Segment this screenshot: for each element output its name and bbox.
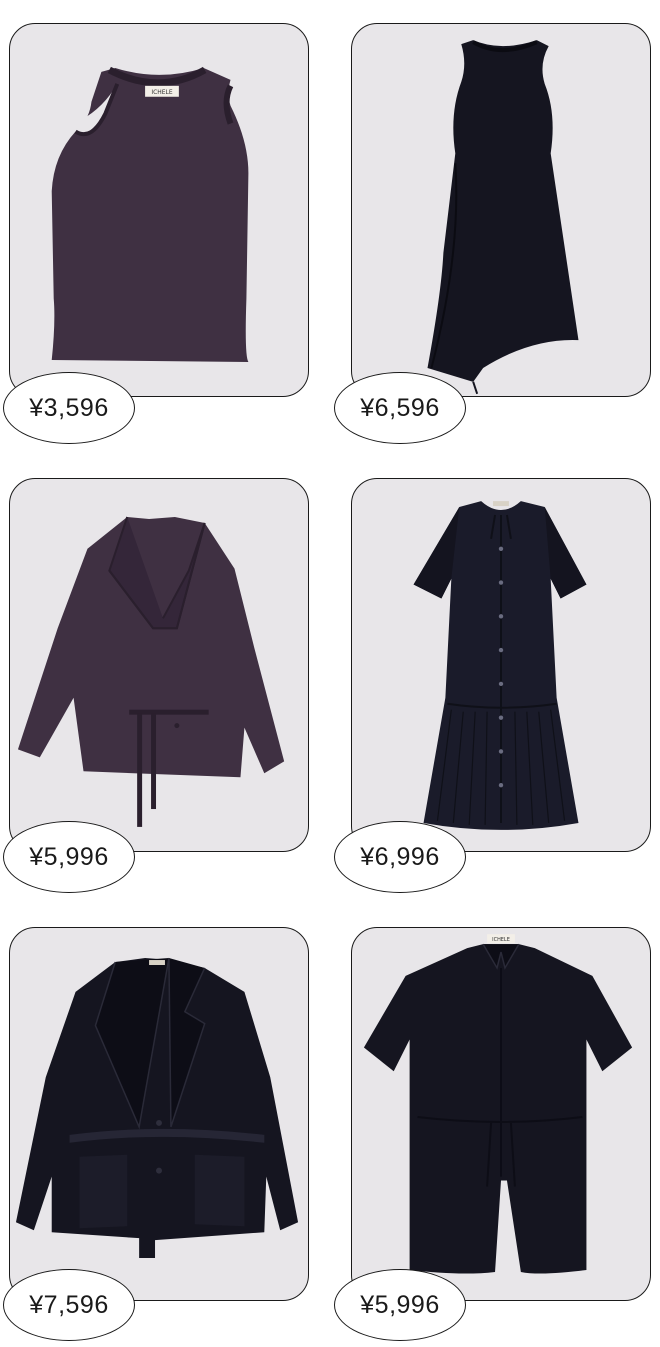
product-card[interactable] <box>351 478 651 852</box>
product-image <box>413 501 587 830</box>
product-image <box>15 957 299 1259</box>
price-badge: ¥5,996 <box>334 1269 466 1341</box>
product-card[interactable] <box>9 478 309 852</box>
product-image: ICHELE <box>51 66 249 362</box>
price-badge: ¥3,596 <box>3 372 135 444</box>
price-badge: ¥6,596 <box>334 372 466 444</box>
product-card[interactable] <box>9 927 309 1301</box>
product-card[interactable] <box>351 23 651 397</box>
product-image <box>17 516 285 827</box>
price-badge: ¥5,996 <box>3 821 135 893</box>
product-card[interactable]: ICHELE <box>9 23 309 397</box>
product-image: ICHELE <box>363 934 633 1274</box>
price-badge: ¥7,596 <box>3 1269 135 1341</box>
product-image <box>427 40 579 395</box>
brand-tag <box>149 960 165 965</box>
brand-tag-text: ICHELE <box>492 937 510 943</box>
product-card[interactable]: ICHELE <box>351 927 651 1301</box>
brand-tag-text: ICHELE <box>151 89 172 96</box>
price-badge: ¥6,996 <box>334 821 466 893</box>
